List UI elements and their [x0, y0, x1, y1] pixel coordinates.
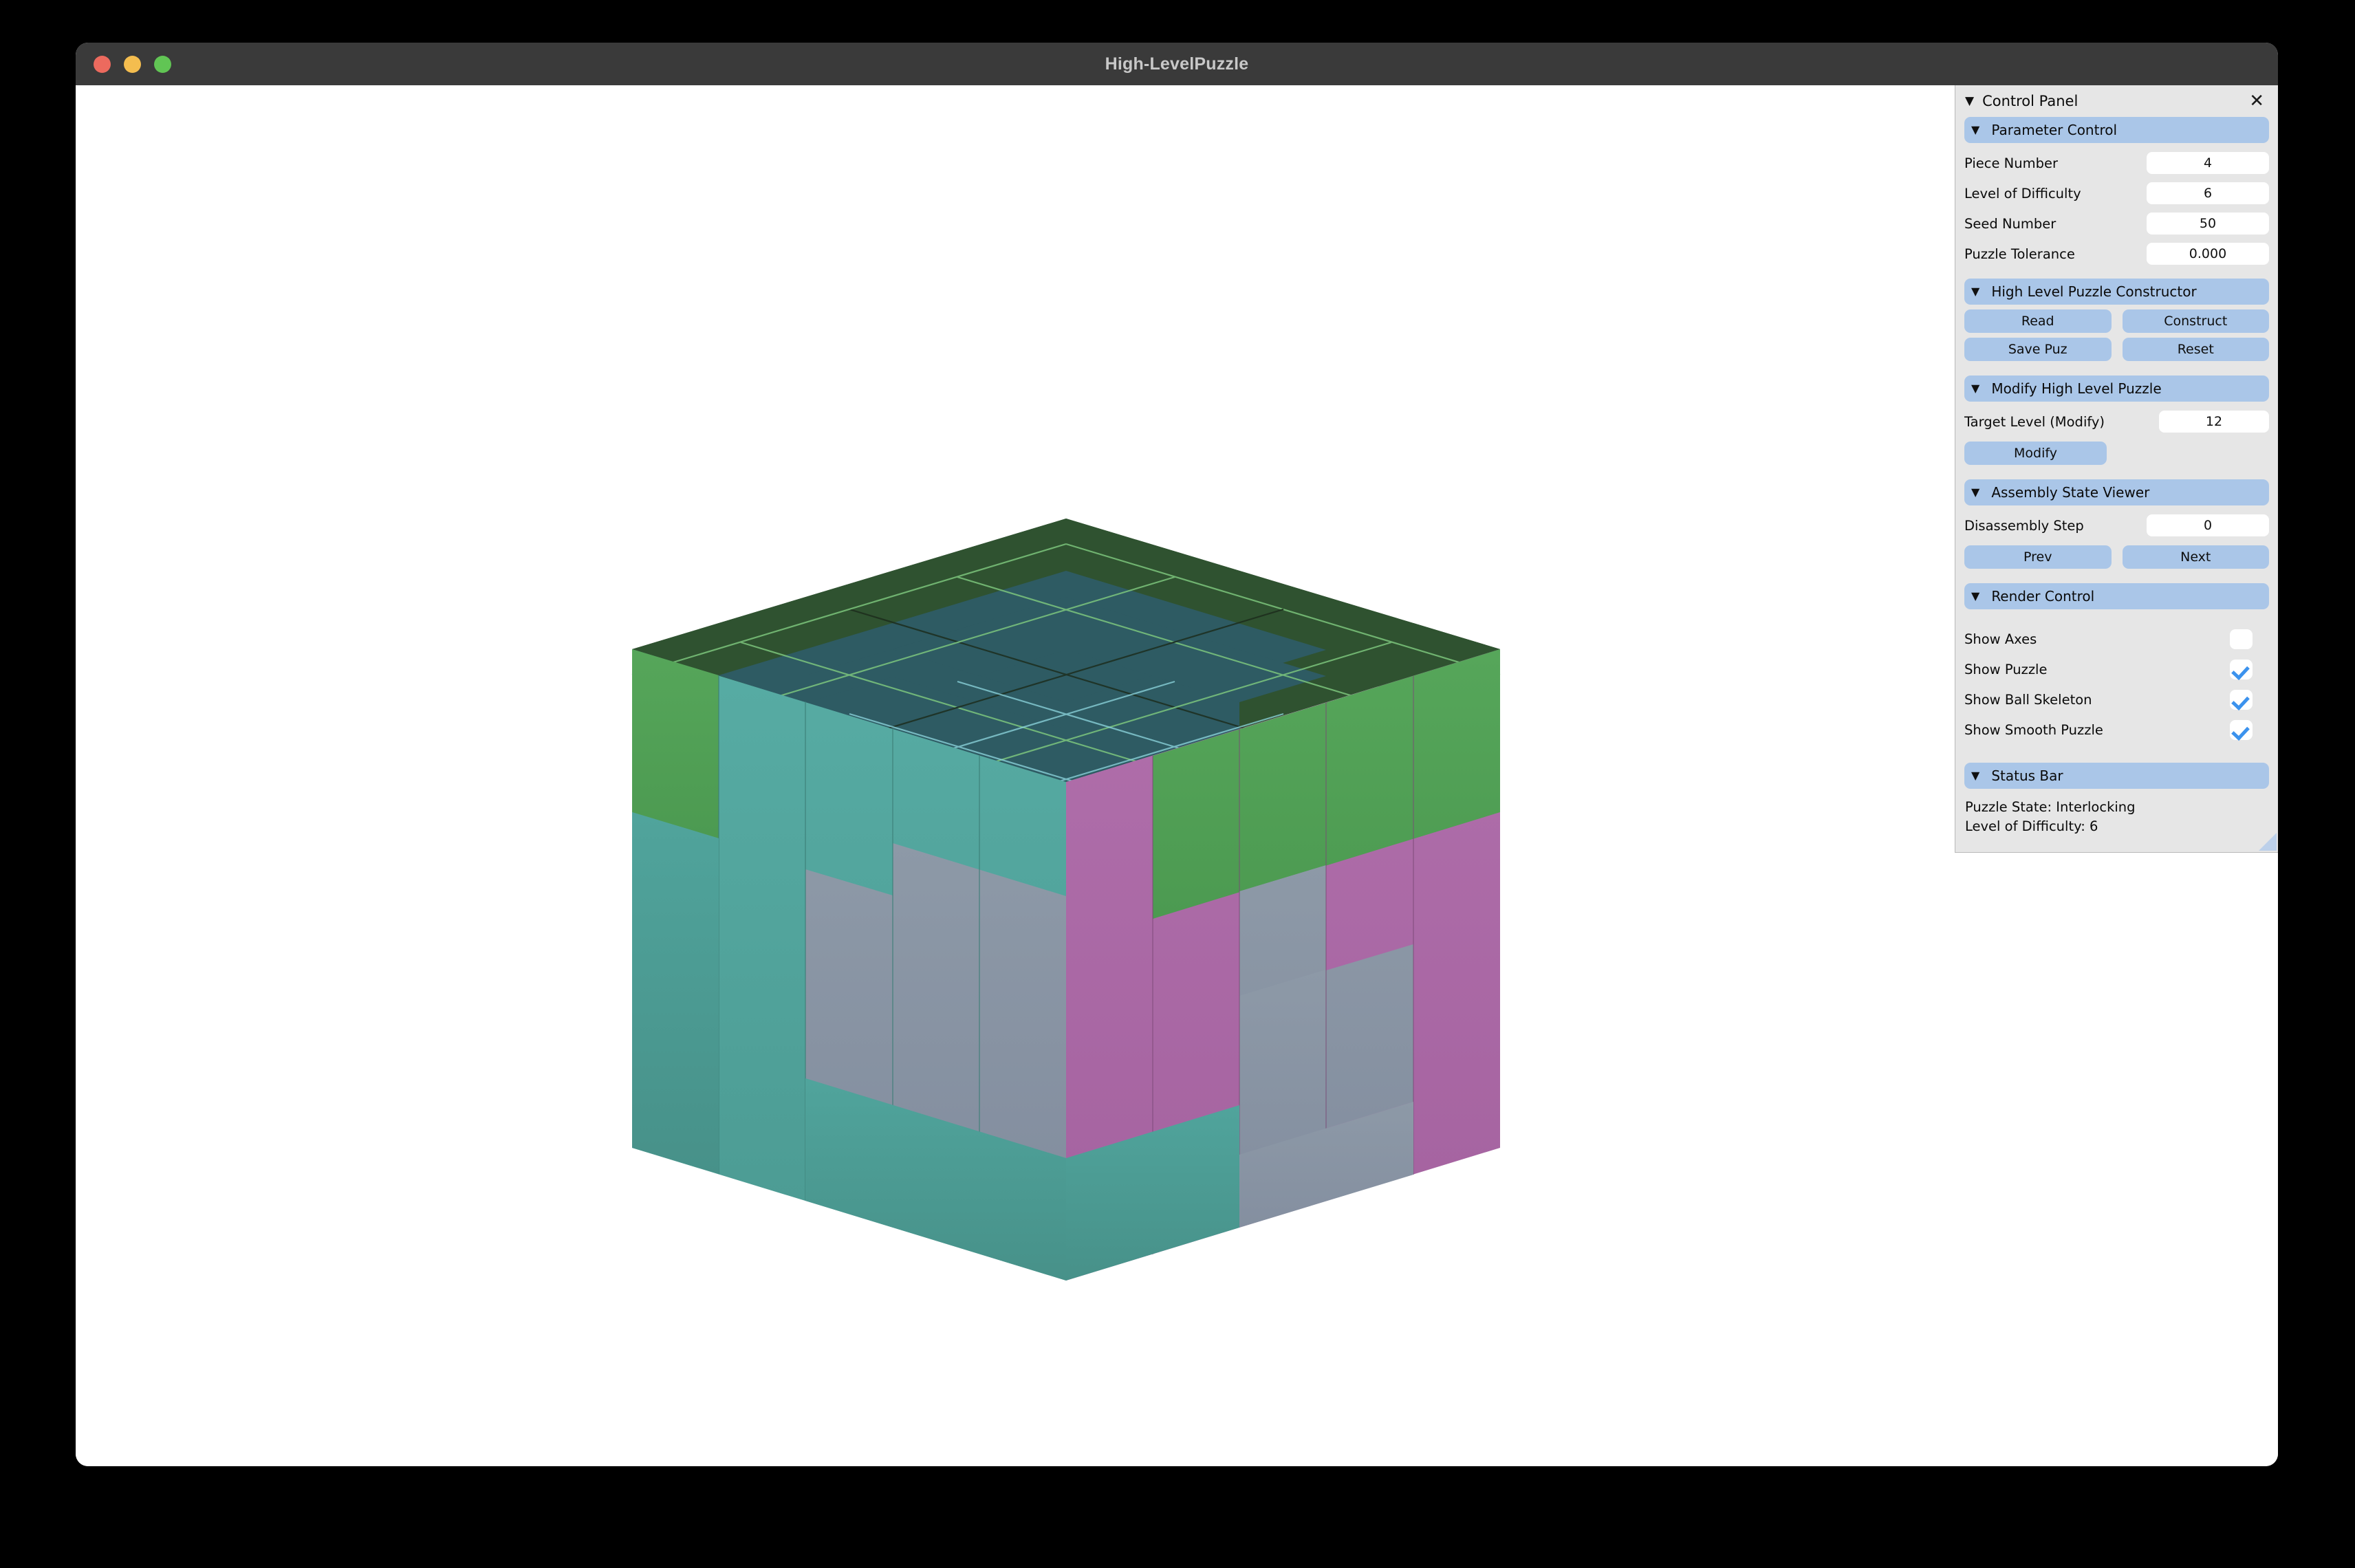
close-icon[interactable]: ✕: [2245, 92, 2268, 110]
reset-button[interactable]: Reset: [2122, 338, 2269, 361]
section-header-assembly-state-viewer[interactable]: ▼ Assembly State Viewer: [1964, 479, 2269, 505]
application-window: High-LevelPuzzle ▼ Control Panel ✕ ▼ Par…: [76, 43, 2278, 1466]
maximize-window-button[interactable]: [154, 55, 171, 73]
seed-number-input[interactable]: 50: [2147, 213, 2269, 235]
field-label: Level of Difficulty: [1964, 185, 2081, 202]
section-title: Assembly State Viewer: [1991, 484, 2150, 501]
show-puzzle-checkbox[interactable]: [2230, 659, 2253, 679]
chevron-down-icon: ▼: [1971, 285, 1980, 298]
control-panel-header[interactable]: ▼ Control Panel ✕: [1955, 85, 2278, 117]
section-header-high-level-puzzle-constructor[interactable]: ▼ High Level Puzzle Constructor: [1964, 279, 2269, 305]
section-title: Render Control: [1991, 588, 2095, 605]
section-header-modify-high-level-puzzle[interactable]: ▼ Modify High Level Puzzle: [1964, 375, 2269, 402]
section-header-status-bar[interactable]: ▼ Status Bar: [1964, 763, 2269, 789]
piece-number-input[interactable]: 4: [2147, 152, 2269, 174]
status-bar-content: Puzzle State: Interlocking Level of Diff…: [1964, 794, 2269, 847]
3d-viewport[interactable]: [76, 85, 2278, 1466]
checkbox-label: Show Puzzle: [1964, 661, 2048, 677]
field-piece-number: Piece Number 4: [1964, 148, 2269, 178]
constructor-button-row-1: Read Construct: [1964, 309, 2269, 333]
field-puzzle-tolerance: Puzzle Tolerance 0.000: [1964, 239, 2269, 269]
modify-button-row: Modify: [1964, 442, 2269, 465]
close-window-button[interactable]: [94, 55, 111, 73]
field-label: Target Level (Modify): [1964, 413, 2105, 430]
status-level-of-difficulty: Level of Difficulty: 6: [1965, 818, 2098, 834]
field-label: Seed Number: [1964, 215, 2056, 232]
control-panel[interactable]: ▼ Control Panel ✕ ▼ Parameter Control Pi…: [1955, 85, 2278, 853]
control-panel-title: Control Panel: [1982, 93, 2079, 109]
modify-button[interactable]: Modify: [1964, 442, 2107, 465]
checkbox-row-show-puzzle: Show Puzzle: [1964, 654, 2269, 684]
chevron-down-icon: ▼: [1971, 486, 1980, 499]
read-button[interactable]: Read: [1964, 309, 2112, 333]
field-level-of-difficulty: Level of Difficulty 6: [1964, 178, 2269, 208]
section-title: Parameter Control: [1991, 122, 2118, 138]
section-header-parameter-control[interactable]: ▼ Parameter Control: [1964, 117, 2269, 143]
chevron-down-icon[interactable]: ▼: [1965, 95, 1974, 107]
chevron-down-icon: ▼: [1971, 123, 1980, 136]
section-title: Status Bar: [1991, 767, 2063, 784]
show-smooth-puzzle-checkbox[interactable]: [2230, 719, 2253, 740]
checkbox-row-show-smooth-puzzle: Show Smooth Puzzle: [1964, 715, 2269, 745]
field-disassembly-step: Disassembly Step 0: [1964, 510, 2269, 541]
field-target-level-modify: Target Level (Modify) 12: [1964, 406, 2269, 437]
section-title: Modify High Level Puzzle: [1991, 380, 2162, 397]
puzzle-tolerance-input[interactable]: 0.000: [2147, 243, 2269, 265]
next-button[interactable]: Next: [2122, 545, 2269, 569]
checkbox-label: Show Axes: [1964, 631, 2037, 647]
checkbox-label: Show Ball Skeleton: [1964, 691, 2092, 708]
disassembly-step-input[interactable]: 0: [2147, 514, 2269, 536]
field-label: Disassembly Step: [1964, 517, 2084, 534]
field-seed-number: Seed Number 50: [1964, 208, 2269, 239]
target-level-input[interactable]: 12: [2159, 411, 2269, 433]
assembly-button-row: Prev Next: [1964, 545, 2269, 569]
prev-button[interactable]: Prev: [1964, 545, 2112, 569]
save-puz-button[interactable]: Save Puz: [1964, 338, 2112, 361]
checkbox-row-show-axes: Show Axes: [1964, 624, 2269, 654]
show-axes-checkbox[interactable]: [2230, 629, 2253, 649]
show-ball-skeleton-checkbox[interactable]: [2230, 689, 2253, 710]
window-title-bar[interactable]: High-LevelPuzzle: [76, 43, 2278, 86]
puzzle-cube-render[interactable]: [76, 85, 2278, 1466]
panel-resize-grip[interactable]: [2259, 833, 2277, 851]
construct-button[interactable]: Construct: [2122, 309, 2269, 333]
checkbox-row-show-ball-skeleton: Show Ball Skeleton: [1964, 684, 2269, 715]
section-title: High Level Puzzle Constructor: [1991, 283, 2197, 300]
level-of-difficulty-input[interactable]: 6: [2147, 182, 2269, 204]
field-label: Piece Number: [1964, 155, 2058, 171]
chevron-down-icon: ▼: [1971, 589, 1980, 602]
status-puzzle-state: Puzzle State: Interlocking: [1965, 799, 2136, 815]
window-title: High-LevelPuzzle: [1105, 54, 1249, 74]
chevron-down-icon: ▼: [1971, 769, 1980, 782]
traffic-light-buttons: [94, 43, 171, 85]
section-header-render-control[interactable]: ▼ Render Control: [1964, 583, 2269, 609]
constructor-button-row-2: Save Puz Reset: [1964, 338, 2269, 361]
minimize-window-button[interactable]: [124, 55, 141, 73]
chevron-down-icon: ▼: [1971, 382, 1980, 395]
checkbox-label: Show Smooth Puzzle: [1964, 721, 2103, 738]
field-label: Puzzle Tolerance: [1964, 246, 2075, 262]
